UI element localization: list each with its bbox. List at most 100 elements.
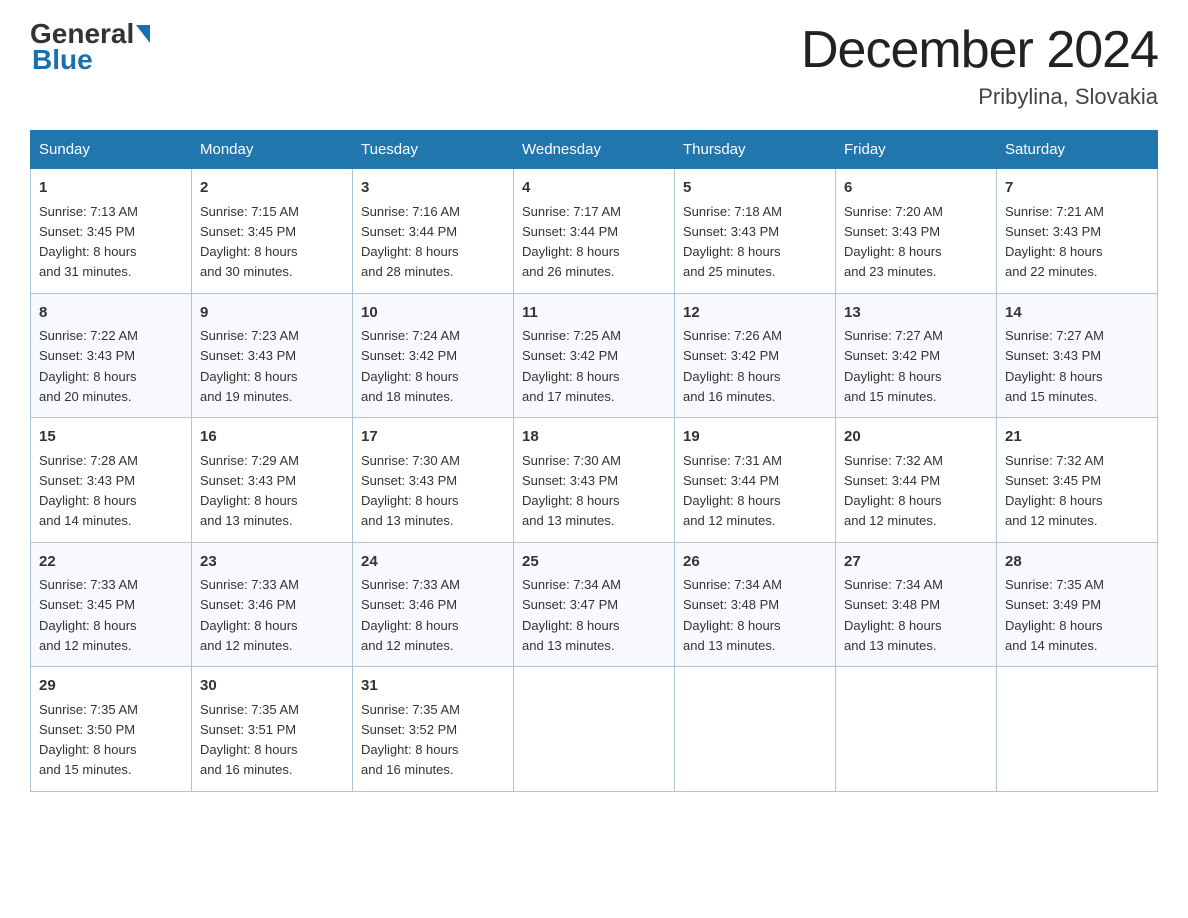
- table-row: [836, 667, 997, 792]
- day-number: 14: [1005, 302, 1149, 325]
- calendar-week-row: 22 Sunrise: 7:33 AMSunset: 3:45 PMDaylig…: [31, 542, 1158, 667]
- day-number: 20: [844, 426, 988, 449]
- table-row: 29 Sunrise: 7:35 AMSunset: 3:50 PMDaylig…: [31, 667, 192, 792]
- logo: General Blue: [30, 20, 150, 76]
- header-sunday: Sunday: [31, 131, 192, 169]
- table-row: 16 Sunrise: 7:29 AMSunset: 3:43 PMDaylig…: [192, 418, 353, 543]
- table-row: 27 Sunrise: 7:34 AMSunset: 3:48 PMDaylig…: [836, 542, 997, 667]
- table-row: [514, 667, 675, 792]
- day-number: 12: [683, 302, 827, 325]
- table-row: 9 Sunrise: 7:23 AMSunset: 3:43 PMDayligh…: [192, 293, 353, 418]
- day-number: 26: [683, 551, 827, 574]
- day-number: 3: [361, 177, 505, 200]
- calendar-week-row: 15 Sunrise: 7:28 AMSunset: 3:43 PMDaylig…: [31, 418, 1158, 543]
- table-row: 21 Sunrise: 7:32 AMSunset: 3:45 PMDaylig…: [997, 418, 1158, 543]
- logo-blue: Blue: [32, 44, 150, 76]
- day-info: Sunrise: 7:25 AMSunset: 3:42 PMDaylight:…: [522, 328, 621, 404]
- day-info: Sunrise: 7:18 AMSunset: 3:43 PMDaylight:…: [683, 204, 782, 280]
- day-number: 22: [39, 551, 183, 574]
- day-number: 27: [844, 551, 988, 574]
- day-info: Sunrise: 7:34 AMSunset: 3:47 PMDaylight:…: [522, 577, 621, 653]
- day-number: 4: [522, 177, 666, 200]
- header-monday: Monday: [192, 131, 353, 169]
- day-info: Sunrise: 7:33 AMSunset: 3:46 PMDaylight:…: [361, 577, 460, 653]
- day-number: 10: [361, 302, 505, 325]
- calendar-week-row: 8 Sunrise: 7:22 AMSunset: 3:43 PMDayligh…: [31, 293, 1158, 418]
- table-row: 22 Sunrise: 7:33 AMSunset: 3:45 PMDaylig…: [31, 542, 192, 667]
- day-number: 15: [39, 426, 183, 449]
- table-row: 5 Sunrise: 7:18 AMSunset: 3:43 PMDayligh…: [675, 169, 836, 294]
- day-info: Sunrise: 7:30 AMSunset: 3:43 PMDaylight:…: [522, 453, 621, 529]
- day-info: Sunrise: 7:35 AMSunset: 3:51 PMDaylight:…: [200, 702, 299, 778]
- calendar-table: Sunday Monday Tuesday Wednesday Thursday…: [30, 130, 1158, 792]
- day-number: 25: [522, 551, 666, 574]
- table-row: [997, 667, 1158, 792]
- day-info: Sunrise: 7:26 AMSunset: 3:42 PMDaylight:…: [683, 328, 782, 404]
- day-info: Sunrise: 7:20 AMSunset: 3:43 PMDaylight:…: [844, 204, 943, 280]
- table-row: 13 Sunrise: 7:27 AMSunset: 3:42 PMDaylig…: [836, 293, 997, 418]
- table-row: 10 Sunrise: 7:24 AMSunset: 3:42 PMDaylig…: [353, 293, 514, 418]
- day-number: 21: [1005, 426, 1149, 449]
- day-info: Sunrise: 7:33 AMSunset: 3:45 PMDaylight:…: [39, 577, 138, 653]
- day-number: 24: [361, 551, 505, 574]
- table-row: 18 Sunrise: 7:30 AMSunset: 3:43 PMDaylig…: [514, 418, 675, 543]
- day-number: 23: [200, 551, 344, 574]
- calendar-header-row: Sunday Monday Tuesday Wednesday Thursday…: [31, 131, 1158, 169]
- day-info: Sunrise: 7:34 AMSunset: 3:48 PMDaylight:…: [844, 577, 943, 653]
- day-number: 2: [200, 177, 344, 200]
- table-row: 17 Sunrise: 7:30 AMSunset: 3:43 PMDaylig…: [353, 418, 514, 543]
- calendar-week-row: 29 Sunrise: 7:35 AMSunset: 3:50 PMDaylig…: [31, 667, 1158, 792]
- day-info: Sunrise: 7:23 AMSunset: 3:43 PMDaylight:…: [200, 328, 299, 404]
- day-info: Sunrise: 7:24 AMSunset: 3:42 PMDaylight:…: [361, 328, 460, 404]
- day-info: Sunrise: 7:31 AMSunset: 3:44 PMDaylight:…: [683, 453, 782, 529]
- day-info: Sunrise: 7:32 AMSunset: 3:45 PMDaylight:…: [1005, 453, 1104, 529]
- table-row: 19 Sunrise: 7:31 AMSunset: 3:44 PMDaylig…: [675, 418, 836, 543]
- table-row: 3 Sunrise: 7:16 AMSunset: 3:44 PMDayligh…: [353, 169, 514, 294]
- header-tuesday: Tuesday: [353, 131, 514, 169]
- day-number: 7: [1005, 177, 1149, 200]
- day-number: 29: [39, 675, 183, 698]
- header-friday: Friday: [836, 131, 997, 169]
- day-info: Sunrise: 7:22 AMSunset: 3:43 PMDaylight:…: [39, 328, 138, 404]
- day-info: Sunrise: 7:21 AMSunset: 3:43 PMDaylight:…: [1005, 204, 1104, 280]
- header-thursday: Thursday: [675, 131, 836, 169]
- day-number: 18: [522, 426, 666, 449]
- calendar-week-row: 1 Sunrise: 7:13 AMSunset: 3:45 PMDayligh…: [31, 169, 1158, 294]
- table-row: 15 Sunrise: 7:28 AMSunset: 3:43 PMDaylig…: [31, 418, 192, 543]
- day-number: 11: [522, 302, 666, 325]
- table-row: 28 Sunrise: 7:35 AMSunset: 3:49 PMDaylig…: [997, 542, 1158, 667]
- table-row: 8 Sunrise: 7:22 AMSunset: 3:43 PMDayligh…: [31, 293, 192, 418]
- table-row: 23 Sunrise: 7:33 AMSunset: 3:46 PMDaylig…: [192, 542, 353, 667]
- day-info: Sunrise: 7:35 AMSunset: 3:49 PMDaylight:…: [1005, 577, 1104, 653]
- table-row: 12 Sunrise: 7:26 AMSunset: 3:42 PMDaylig…: [675, 293, 836, 418]
- day-number: 5: [683, 177, 827, 200]
- table-row: 24 Sunrise: 7:33 AMSunset: 3:46 PMDaylig…: [353, 542, 514, 667]
- table-row: 4 Sunrise: 7:17 AMSunset: 3:44 PMDayligh…: [514, 169, 675, 294]
- table-row: 25 Sunrise: 7:34 AMSunset: 3:47 PMDaylig…: [514, 542, 675, 667]
- day-info: Sunrise: 7:16 AMSunset: 3:44 PMDaylight:…: [361, 204, 460, 280]
- day-number: 8: [39, 302, 183, 325]
- table-row: 30 Sunrise: 7:35 AMSunset: 3:51 PMDaylig…: [192, 667, 353, 792]
- table-row: 6 Sunrise: 7:20 AMSunset: 3:43 PMDayligh…: [836, 169, 997, 294]
- day-info: Sunrise: 7:29 AMSunset: 3:43 PMDaylight:…: [200, 453, 299, 529]
- page-header: General Blue December 2024 Pribylina, Sl…: [30, 20, 1158, 110]
- day-info: Sunrise: 7:30 AMSunset: 3:43 PMDaylight:…: [361, 453, 460, 529]
- day-number: 28: [1005, 551, 1149, 574]
- day-info: Sunrise: 7:35 AMSunset: 3:52 PMDaylight:…: [361, 702, 460, 778]
- day-info: Sunrise: 7:27 AMSunset: 3:42 PMDaylight:…: [844, 328, 943, 404]
- title-block: December 2024 Pribylina, Slovakia: [801, 20, 1158, 110]
- day-info: Sunrise: 7:34 AMSunset: 3:48 PMDaylight:…: [683, 577, 782, 653]
- day-number: 31: [361, 675, 505, 698]
- day-info: Sunrise: 7:13 AMSunset: 3:45 PMDaylight:…: [39, 204, 138, 280]
- table-row: 1 Sunrise: 7:13 AMSunset: 3:45 PMDayligh…: [31, 169, 192, 294]
- table-row: 11 Sunrise: 7:25 AMSunset: 3:42 PMDaylig…: [514, 293, 675, 418]
- header-saturday: Saturday: [997, 131, 1158, 169]
- day-number: 13: [844, 302, 988, 325]
- day-number: 30: [200, 675, 344, 698]
- day-number: 1: [39, 177, 183, 200]
- day-info: Sunrise: 7:15 AMSunset: 3:45 PMDaylight:…: [200, 204, 299, 280]
- table-row: 20 Sunrise: 7:32 AMSunset: 3:44 PMDaylig…: [836, 418, 997, 543]
- table-row: 31 Sunrise: 7:35 AMSunset: 3:52 PMDaylig…: [353, 667, 514, 792]
- day-info: Sunrise: 7:32 AMSunset: 3:44 PMDaylight:…: [844, 453, 943, 529]
- location-title: Pribylina, Slovakia: [801, 84, 1158, 110]
